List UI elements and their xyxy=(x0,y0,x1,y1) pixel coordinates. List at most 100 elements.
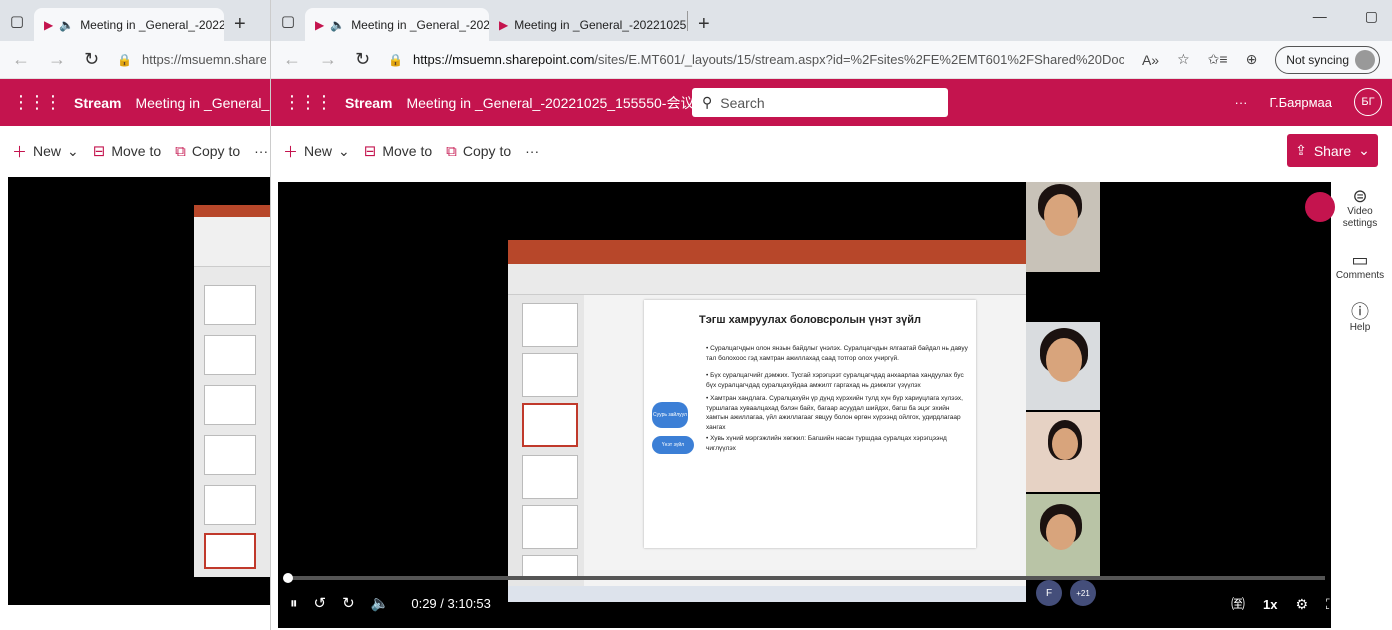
app-launcher-icon[interactable]: ⋮⋮⋮ xyxy=(12,92,62,113)
time-display: 0:29 / 3:10:53 xyxy=(411,595,491,611)
user-name: Г.Баярмаа xyxy=(1269,94,1333,110)
seek-handle[interactable] xyxy=(283,573,293,583)
chevron-down-icon: ⌄ xyxy=(67,142,79,159)
background-browser-window: ▢ ▶ 🔈 Meeting in _General_-2022 x + ← → … xyxy=(0,0,278,630)
address-field[interactable]: 🔒 https://msuemn.sharepoint.com/sites/E.… xyxy=(117,52,266,67)
pause-icon[interactable]: ⏸ xyxy=(290,595,298,612)
screen-share-thumbnail xyxy=(194,205,278,577)
participant-face xyxy=(1044,194,1078,236)
participant-video-4 xyxy=(1026,494,1100,576)
favorite-star-icon[interactable]: ☆ xyxy=(1177,51,1190,68)
collections-icon[interactable]: ⊕ xyxy=(1246,51,1258,68)
volume-icon[interactable]: 🔈 xyxy=(371,594,390,612)
app-bar-right: ··· Г.Баярмаа БГ xyxy=(1235,88,1382,116)
stream-app-bar: ⋮⋮⋮ Stream Meeting in _General_-20221025… xyxy=(271,79,1392,126)
slide-thumb xyxy=(522,455,578,499)
refresh-icon[interactable]: ↻ xyxy=(355,49,370,70)
new-button[interactable]: ＋ New ⌄ xyxy=(12,141,79,162)
slide-thumb xyxy=(522,303,578,347)
move-to-button[interactable]: ⊟ Move to xyxy=(93,142,161,160)
ppt-ribbon xyxy=(194,217,278,267)
participant-face xyxy=(1046,514,1076,550)
tab-title: Meeting in _General_-2022 xyxy=(351,17,489,32)
playback-speed-button[interactable]: 1x xyxy=(1263,597,1277,612)
new-button[interactable]: ＋ New ⌄ xyxy=(283,141,350,162)
url-path: /sites/E.MT601/_layouts/15/stream.aspx?i… xyxy=(594,52,1124,67)
copy-label: Copy to xyxy=(191,143,241,159)
move-label: Move to xyxy=(111,143,162,159)
address-bar-row: ← → ↻ 🔒 https://msuemn.sharepoint.com/si… xyxy=(271,41,1392,79)
seek-bar[interactable] xyxy=(288,576,1325,580)
back-arrow-icon[interactable]: ← xyxy=(12,49,30,70)
copy-icon: ⧉ xyxy=(175,142,186,160)
ppt-titlebar xyxy=(508,240,1026,254)
tab-meeting[interactable]: ▶ 🔈 Meeting in _General_-2022 x xyxy=(34,8,224,41)
address-field[interactable]: 🔒 https://msuemn.sharepoint.com/sites/E.… xyxy=(388,52,1124,67)
window-controls: — ▢ xyxy=(1313,8,1378,25)
lock-icon: 🔒 xyxy=(117,52,133,67)
fullscreen-icon[interactable]: ⛶ xyxy=(1326,596,1336,613)
slide-thumb xyxy=(204,385,256,425)
tab-actions-button[interactable]: ▢ xyxy=(271,0,305,41)
profile-sync-button[interactable]: Not syncing xyxy=(1275,45,1380,74)
windows-taskbar xyxy=(508,586,1026,602)
tab-strip: ▢ ▶ 🔈 Meeting in _General_-2022 x ▶ Meet… xyxy=(271,0,1392,41)
help-button[interactable]: ⓘ Help xyxy=(1330,302,1390,334)
participant-video-3 xyxy=(1026,412,1100,492)
more-button[interactable]: ··· xyxy=(525,143,539,159)
captions-icon[interactable]: ㉃ xyxy=(1231,594,1245,614)
profile-avatar xyxy=(1355,49,1375,70)
forward-arrow-icon[interactable]: → xyxy=(48,49,66,70)
search-box[interactable]: ⚲ Search xyxy=(692,88,948,117)
user-avatar[interactable]: БГ xyxy=(1354,88,1382,116)
ppt-titlebar xyxy=(194,205,278,217)
slide-paragraph: • Бүх суралцагчийг дэмжих. Тусгай хэрэгц… xyxy=(706,372,964,389)
more-button[interactable]: ··· xyxy=(254,143,268,159)
video-player-back[interactable] xyxy=(8,177,278,605)
video-player[interactable]: Тэгш хамруулах боловсролын үнэт зүйл Суу… xyxy=(278,182,1331,628)
command-bar: ＋ New ⌄ ⊟ Move to ⧉ Copy to ··· xyxy=(0,126,278,176)
share-button[interactable]: ⇪ Share ⌄ xyxy=(1287,134,1378,167)
copy-to-button[interactable]: ⧉ Copy to xyxy=(446,143,511,160)
minimize-icon[interactable]: — xyxy=(1313,8,1327,25)
more-options-button[interactable]: ··· xyxy=(1235,95,1248,110)
move-to-button[interactable]: ⊟ Move to xyxy=(364,142,432,160)
slide-thumb xyxy=(204,485,256,525)
maximize-icon[interactable]: ▢ xyxy=(1365,8,1378,25)
slide-paragraph: • Хувь хүний мэргэжлийн хөгжил: Багшийн … xyxy=(706,435,947,452)
help-label: Help xyxy=(1349,322,1371,333)
tab-title: Meeting in _General_-20221025. xyxy=(514,17,687,32)
back-arrow-icon[interactable]: ← xyxy=(283,49,301,70)
refresh-icon[interactable]: ↻ xyxy=(84,49,99,70)
slide-paragraph: • Хамтран хандлага. Суралцахуйн үр дүнд … xyxy=(706,395,963,431)
comments-button[interactable]: ▭ Comments xyxy=(1330,251,1390,282)
new-tab-button[interactable]: + xyxy=(224,8,256,41)
stream-brand[interactable]: Stream xyxy=(74,95,121,111)
copy-to-button[interactable]: ⧉ Copy to xyxy=(175,143,240,160)
slide-bubble-2: Үнэт зүйл xyxy=(652,436,694,454)
tab-actions-button[interactable]: ▢ xyxy=(0,0,34,41)
tab-meeting-1[interactable]: ▶ 🔈 Meeting in _General_-2022 x xyxy=(305,8,489,41)
slide-thumb xyxy=(204,435,256,475)
participant-overflow-badge: +21 xyxy=(1070,580,1096,606)
slide-thumb xyxy=(204,335,256,375)
toggle-settings-icon: ⊜ xyxy=(1352,186,1368,206)
stream-app-bar: ⋮⋮⋮ Stream Meeting in _General_-20221025… xyxy=(0,79,278,126)
video-settings-button[interactable]: ⊜ Video settings xyxy=(1330,186,1390,230)
tab-meeting-2[interactable]: ▶ Meeting in _General_-20221025. x xyxy=(489,8,687,41)
settings-gear-icon[interactable]: ⚙ xyxy=(1295,596,1308,613)
read-aloud-icon[interactable]: A» xyxy=(1142,52,1159,68)
forward-arrow-icon[interactable]: → xyxy=(319,49,337,70)
favorites-list-icon[interactable]: ✩≡ xyxy=(1208,51,1228,68)
rewind-10-icon[interactable]: ↺ xyxy=(314,594,327,612)
forward-10-icon[interactable]: ↻ xyxy=(342,594,355,612)
stream-brand[interactable]: Stream xyxy=(345,95,392,111)
player-controls-right: ㉃ 1x ⚙ ⛶ xyxy=(1231,594,1336,614)
app-launcher-icon[interactable]: ⋮⋮⋮ xyxy=(283,92,333,113)
side-panel: ⊜ Video settings ▭ Comments ⓘ Help xyxy=(1330,186,1390,358)
new-tab-button[interactable]: + xyxy=(688,8,720,41)
document-title[interactable]: Meeting in _General_-20221025_155550-会议.… xyxy=(406,93,706,113)
participant-avatar-f: F xyxy=(1036,580,1062,606)
help-icon: ⓘ xyxy=(1351,302,1369,322)
copy-icon: ⧉ xyxy=(446,142,457,160)
